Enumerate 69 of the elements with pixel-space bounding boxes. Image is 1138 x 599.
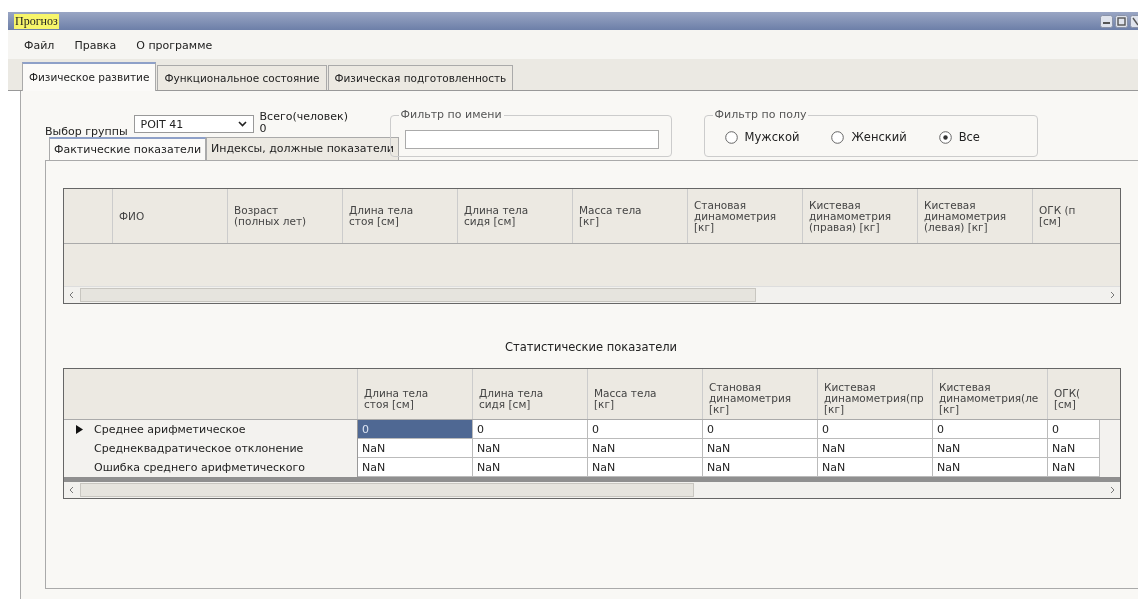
table-cell[interactable]: 0 bbox=[818, 420, 933, 439]
menu-item[interactable]: Файл bbox=[24, 39, 55, 52]
chevron-icon bbox=[237, 121, 247, 127]
column-header[interactable]: ОГК( [см] bbox=[1048, 369, 1100, 419]
column-header[interactable]: Становая динамометрия [кг] bbox=[688, 189, 803, 243]
column-header[interactable]: Масса тела [кг] bbox=[588, 369, 703, 419]
table-cell[interactable]: NaN bbox=[473, 458, 588, 477]
table-cell[interactable]: NaN bbox=[933, 458, 1048, 477]
table-cell[interactable]: 0 bbox=[933, 420, 1048, 439]
horizontal-scrollbar[interactable] bbox=[64, 477, 1120, 498]
radio-button[interactable] bbox=[724, 130, 738, 144]
group-dropdown[interactable]: POIT 41 bbox=[133, 115, 254, 133]
table-cell[interactable]: 0 bbox=[473, 420, 588, 439]
menu-item[interactable]: Правка bbox=[74, 39, 117, 52]
table-cell[interactable]: NaN bbox=[818, 458, 933, 477]
column-header[interactable]: Длина тела сидя [см] bbox=[473, 369, 588, 419]
column-header[interactable]: Возраст (полных лет) bbox=[228, 189, 343, 243]
menu-item[interactable]: О программе bbox=[136, 39, 213, 52]
table-cell[interactable]: NaN bbox=[933, 439, 1048, 458]
column-header[interactable]: ФИО bbox=[113, 189, 228, 243]
column-header[interactable]: Кистевая динамометрия (правая) [кг] bbox=[803, 189, 918, 243]
tab[interactable]: Индексы, должные показатели bbox=[206, 137, 399, 160]
group-label: Выбор группы bbox=[45, 124, 128, 138]
close-icon[interactable] bbox=[1130, 14, 1138, 28]
table-cell[interactable]: NaN bbox=[358, 458, 473, 477]
column-header[interactable]: Длина тела стоя [см] bbox=[343, 189, 458, 243]
minimize-icon[interactable] bbox=[1100, 14, 1113, 28]
window-title: Прогноз bbox=[14, 13, 59, 29]
radio-button[interactable] bbox=[831, 130, 845, 144]
statistics-title: Статистические показатели bbox=[503, 340, 679, 354]
tab[interactable]: Физическое развитие bbox=[22, 62, 157, 91]
column-header[interactable]: Кистевая динамометрия(пр [кг] bbox=[818, 369, 933, 419]
group-title: Фильтр по имени bbox=[398, 108, 504, 121]
table-cell[interactable]: NaN bbox=[1048, 439, 1100, 458]
table-cell[interactable]: NaN bbox=[703, 458, 818, 477]
column-header[interactable]: ОГК (п [см] bbox=[1033, 189, 1085, 243]
group-title: Фильтр по полу bbox=[712, 108, 809, 121]
table-cell[interactable]: 0 bbox=[703, 420, 818, 439]
table-cell[interactable]: 0 bbox=[588, 420, 703, 439]
radio-label[interactable]: Все bbox=[958, 130, 980, 144]
column-header[interactable]: Масса тела [кг] bbox=[573, 189, 688, 243]
radio-label[interactable]: Мужской bbox=[744, 130, 800, 144]
column-header[interactable]: Длина тела сидя [см] bbox=[458, 189, 573, 243]
column-header[interactable]: Становая динамометрия [кг] bbox=[703, 369, 818, 419]
table-cell[interactable]: NaN bbox=[473, 439, 588, 458]
row-label: Среднеквадратическое отклонение bbox=[94, 442, 304, 455]
table-cell[interactable]: NaN bbox=[818, 439, 933, 458]
row-label: Среднее арифметическое bbox=[94, 423, 246, 436]
radio-button[interactable] bbox=[938, 130, 952, 144]
column-header[interactable]: Кистевая динамометрия (левая) [кг] bbox=[918, 189, 1033, 243]
table-cell[interactable]: 0 bbox=[358, 420, 473, 439]
tab[interactable]: Физическая подготовленность bbox=[327, 65, 514, 90]
row-label: Ошибка среднего арифметического bbox=[94, 461, 305, 474]
tab[interactable]: Фактические показатели bbox=[49, 137, 207, 160]
name-input-field[interactable] bbox=[404, 130, 659, 149]
table-cell[interactable]: NaN bbox=[588, 458, 703, 477]
table-cell[interactable]: NaN bbox=[588, 439, 703, 458]
total-count: 0 bbox=[259, 123, 268, 135]
table-cell[interactable]: 0 bbox=[1048, 420, 1100, 439]
maximize-icon[interactable] bbox=[1115, 14, 1128, 28]
table-cell[interactable]: NaN bbox=[1048, 458, 1100, 477]
current-row-icon bbox=[75, 425, 83, 434]
tab[interactable]: Функциональное состояние bbox=[157, 65, 327, 90]
column-header[interactable]: Длина тела стоя [см] bbox=[358, 369, 473, 419]
column-header[interactable]: Кистевая динамометрия(ле [кг] bbox=[933, 369, 1048, 419]
table-cell[interactable]: NaN bbox=[358, 439, 473, 458]
radio-label[interactable]: Женский bbox=[851, 130, 907, 144]
total-label: Всего(человек) bbox=[259, 111, 349, 123]
table-cell[interactable]: NaN bbox=[703, 439, 818, 458]
